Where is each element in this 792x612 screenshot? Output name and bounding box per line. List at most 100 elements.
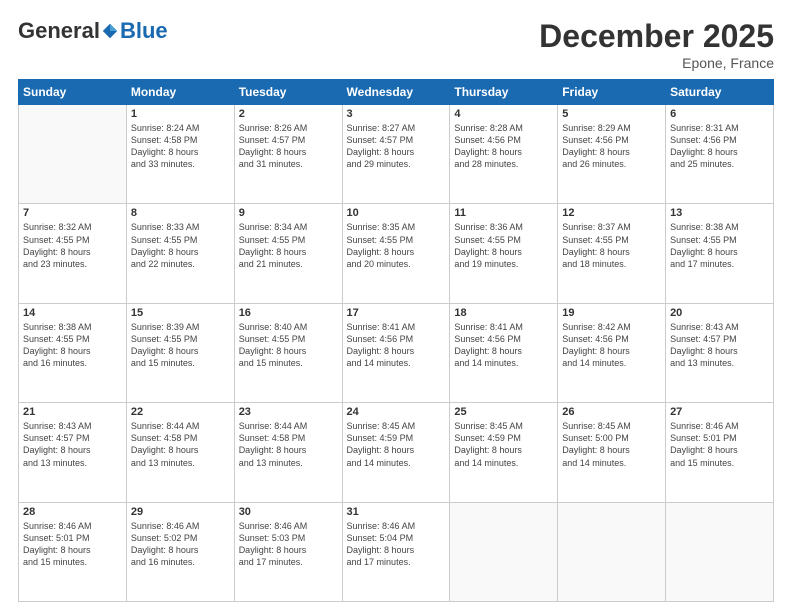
table-row: 26 Sunrise: 8:45 AM Sunset: 5:00 PM Dayli…: [558, 403, 666, 502]
table-row: 12 Sunrise: 8:37 AM Sunset: 4:55 PM Dayli…: [558, 204, 666, 303]
table-row: 9 Sunrise: 8:34 AM Sunset: 4:55 PM Daylig…: [234, 204, 342, 303]
table-row: 2 Sunrise: 8:26 AM Sunset: 4:57 PM Daylig…: [234, 105, 342, 204]
day-number: 16: [239, 307, 338, 319]
logo-blue: Blue: [120, 18, 168, 44]
day-number: 15: [131, 307, 230, 319]
calendar: Sunday Monday Tuesday Wednesday Thursday…: [18, 79, 774, 602]
day-number: 21: [23, 406, 122, 418]
day-number: 20: [670, 307, 769, 319]
day-info: Sunrise: 8:46 AM Sunset: 5:01 PM Dayligh…: [23, 520, 122, 569]
calendar-header-row: Sunday Monday Tuesday Wednesday Thursday…: [19, 80, 774, 105]
day-info: Sunrise: 8:37 AM Sunset: 4:55 PM Dayligh…: [562, 221, 661, 270]
day-number: 13: [670, 207, 769, 219]
day-info: Sunrise: 8:40 AM Sunset: 4:55 PM Dayligh…: [239, 321, 338, 370]
day-number: 25: [454, 406, 553, 418]
table-row: 4 Sunrise: 8:28 AM Sunset: 4:56 PM Daylig…: [450, 105, 558, 204]
day-info: Sunrise: 8:26 AM Sunset: 4:57 PM Dayligh…: [239, 122, 338, 171]
day-info: Sunrise: 8:28 AM Sunset: 4:56 PM Dayligh…: [454, 122, 553, 171]
table-row: 27Sunrise: 8:46 AM Sunset: 5:01 PM Dayli…: [666, 403, 774, 502]
day-number: 28: [23, 506, 122, 518]
day-info: Sunrise: 8:41 AM Sunset: 4:56 PM Dayligh…: [347, 321, 446, 370]
day-info: Sunrise: 8:35 AM Sunset: 4:55 PM Dayligh…: [347, 221, 446, 270]
table-row: 8 Sunrise: 8:33 AM Sunset: 4:55 PM Daylig…: [126, 204, 234, 303]
table-row: 23Sunrise: 8:44 AM Sunset: 4:58 PM Dayli…: [234, 403, 342, 502]
day-info: Sunrise: 8:34 AM Sunset: 4:55 PM Dayligh…: [239, 221, 338, 270]
table-row: [19, 105, 127, 204]
table-row: 5Sunrise: 8:29 AM Sunset: 4:56 PM Daylig…: [558, 105, 666, 204]
day-number: 7: [23, 207, 122, 219]
day-info: Sunrise: 8:46 AM Sunset: 5:04 PM Dayligh…: [347, 520, 446, 569]
table-row: [666, 502, 774, 601]
day-info: Sunrise: 8:36 AM Sunset: 4:55 PM Dayligh…: [454, 221, 553, 270]
day-info: Sunrise: 8:38 AM Sunset: 4:55 PM Dayligh…: [23, 321, 122, 370]
day-info: Sunrise: 8:31 AM Sunset: 4:56 PM Dayligh…: [670, 122, 769, 171]
day-info: Sunrise: 8:32 AM Sunset: 4:55 PM Dayligh…: [23, 221, 122, 270]
week-row-2: 7 Sunrise: 8:32 AM Sunset: 4:55 PM Daylig…: [19, 204, 774, 303]
table-row: 16 Sunrise: 8:40 AM Sunset: 4:55 PM Dayli…: [234, 303, 342, 402]
logo: General Blue: [18, 18, 168, 44]
day-number: 4: [454, 108, 553, 120]
day-number: 22: [131, 406, 230, 418]
day-number: 12: [562, 207, 661, 219]
day-number: 24: [347, 406, 446, 418]
day-info: Sunrise: 8:24 AM Sunset: 4:58 PM Dayligh…: [131, 122, 230, 171]
day-number: 9: [239, 207, 338, 219]
table-row: 10 Sunrise: 8:35 AM Sunset: 4:55 PM Dayli…: [342, 204, 450, 303]
day-number: 17: [347, 307, 446, 319]
table-row: 30 Sunrise: 8:46 AM Sunset: 5:03 PM Dayli…: [234, 502, 342, 601]
table-row: 19 Sunrise: 8:42 AM Sunset: 4:56 PM Dayli…: [558, 303, 666, 402]
table-row: [450, 502, 558, 601]
table-row: 29Sunrise: 8:46 AM Sunset: 5:02 PM Dayli…: [126, 502, 234, 601]
table-row: 14Sunrise: 8:38 AM Sunset: 4:55 PM Dayli…: [19, 303, 127, 402]
day-number: 6: [670, 108, 769, 120]
day-number: 3: [347, 108, 446, 120]
week-row-1: 1Sunrise: 8:24 AM Sunset: 4:58 PM Daylig…: [19, 105, 774, 204]
day-info: Sunrise: 8:45 AM Sunset: 5:00 PM Dayligh…: [562, 420, 661, 469]
col-thursday: Thursday: [450, 80, 558, 105]
day-number: 26: [562, 406, 661, 418]
table-row: 13 Sunrise: 8:38 AM Sunset: 4:55 PM Dayli…: [666, 204, 774, 303]
logo-icon: [101, 22, 119, 40]
col-wednesday: Wednesday: [342, 80, 450, 105]
day-number: 10: [347, 207, 446, 219]
day-number: 23: [239, 406, 338, 418]
col-friday: Friday: [558, 80, 666, 105]
month-title: December 2025: [539, 18, 774, 55]
day-info: Sunrise: 8:39 AM Sunset: 4:55 PM Dayligh…: [131, 321, 230, 370]
day-info: Sunrise: 8:46 AM Sunset: 5:02 PM Dayligh…: [131, 520, 230, 569]
day-info: Sunrise: 8:43 AM Sunset: 4:57 PM Dayligh…: [670, 321, 769, 370]
day-info: Sunrise: 8:42 AM Sunset: 4:56 PM Dayligh…: [562, 321, 661, 370]
table-row: 18Sunrise: 8:41 AM Sunset: 4:56 PM Dayli…: [450, 303, 558, 402]
table-row: 24 Sunrise: 8:45 AM Sunset: 4:59 PM Dayli…: [342, 403, 450, 502]
day-info: Sunrise: 8:44 AM Sunset: 4:58 PM Dayligh…: [131, 420, 230, 469]
table-row: 15 Sunrise: 8:39 AM Sunset: 4:55 PM Dayli…: [126, 303, 234, 402]
day-info: Sunrise: 8:43 AM Sunset: 4:57 PM Dayligh…: [23, 420, 122, 469]
table-row: 28 Sunrise: 8:46 AM Sunset: 5:01 PM Dayli…: [19, 502, 127, 601]
day-info: Sunrise: 8:41 AM Sunset: 4:56 PM Dayligh…: [454, 321, 553, 370]
table-row: 21 Sunrise: 8:43 AM Sunset: 4:57 PM Dayli…: [19, 403, 127, 502]
col-monday: Monday: [126, 80, 234, 105]
week-row-4: 21 Sunrise: 8:43 AM Sunset: 4:57 PM Dayli…: [19, 403, 774, 502]
location: Epone, France: [539, 55, 774, 71]
logo-text: General Blue: [18, 18, 168, 44]
day-number: 8: [131, 207, 230, 219]
day-info: Sunrise: 8:33 AM Sunset: 4:55 PM Dayligh…: [131, 221, 230, 270]
day-number: 19: [562, 307, 661, 319]
day-info: Sunrise: 8:46 AM Sunset: 5:03 PM Dayligh…: [239, 520, 338, 569]
table-row: 3 Sunrise: 8:27 AM Sunset: 4:57 PM Daylig…: [342, 105, 450, 204]
table-row: 20 Sunrise: 8:43 AM Sunset: 4:57 PM Dayli…: [666, 303, 774, 402]
table-row: 1Sunrise: 8:24 AM Sunset: 4:58 PM Daylig…: [126, 105, 234, 204]
header: General Blue December 2025 Epone, France: [18, 18, 774, 71]
day-number: 30: [239, 506, 338, 518]
col-sunday: Sunday: [19, 80, 127, 105]
day-number: 11: [454, 207, 553, 219]
day-info: Sunrise: 8:27 AM Sunset: 4:57 PM Dayligh…: [347, 122, 446, 171]
col-tuesday: Tuesday: [234, 80, 342, 105]
day-number: 2: [239, 108, 338, 120]
table-row: [558, 502, 666, 601]
day-info: Sunrise: 8:46 AM Sunset: 5:01 PM Dayligh…: [670, 420, 769, 469]
day-info: Sunrise: 8:38 AM Sunset: 4:55 PM Dayligh…: [670, 221, 769, 270]
table-row: 31Sunrise: 8:46 AM Sunset: 5:04 PM Dayli…: [342, 502, 450, 601]
day-info: Sunrise: 8:45 AM Sunset: 4:59 PM Dayligh…: [347, 420, 446, 469]
table-row: 25Sunrise: 8:45 AM Sunset: 4:59 PM Dayli…: [450, 403, 558, 502]
